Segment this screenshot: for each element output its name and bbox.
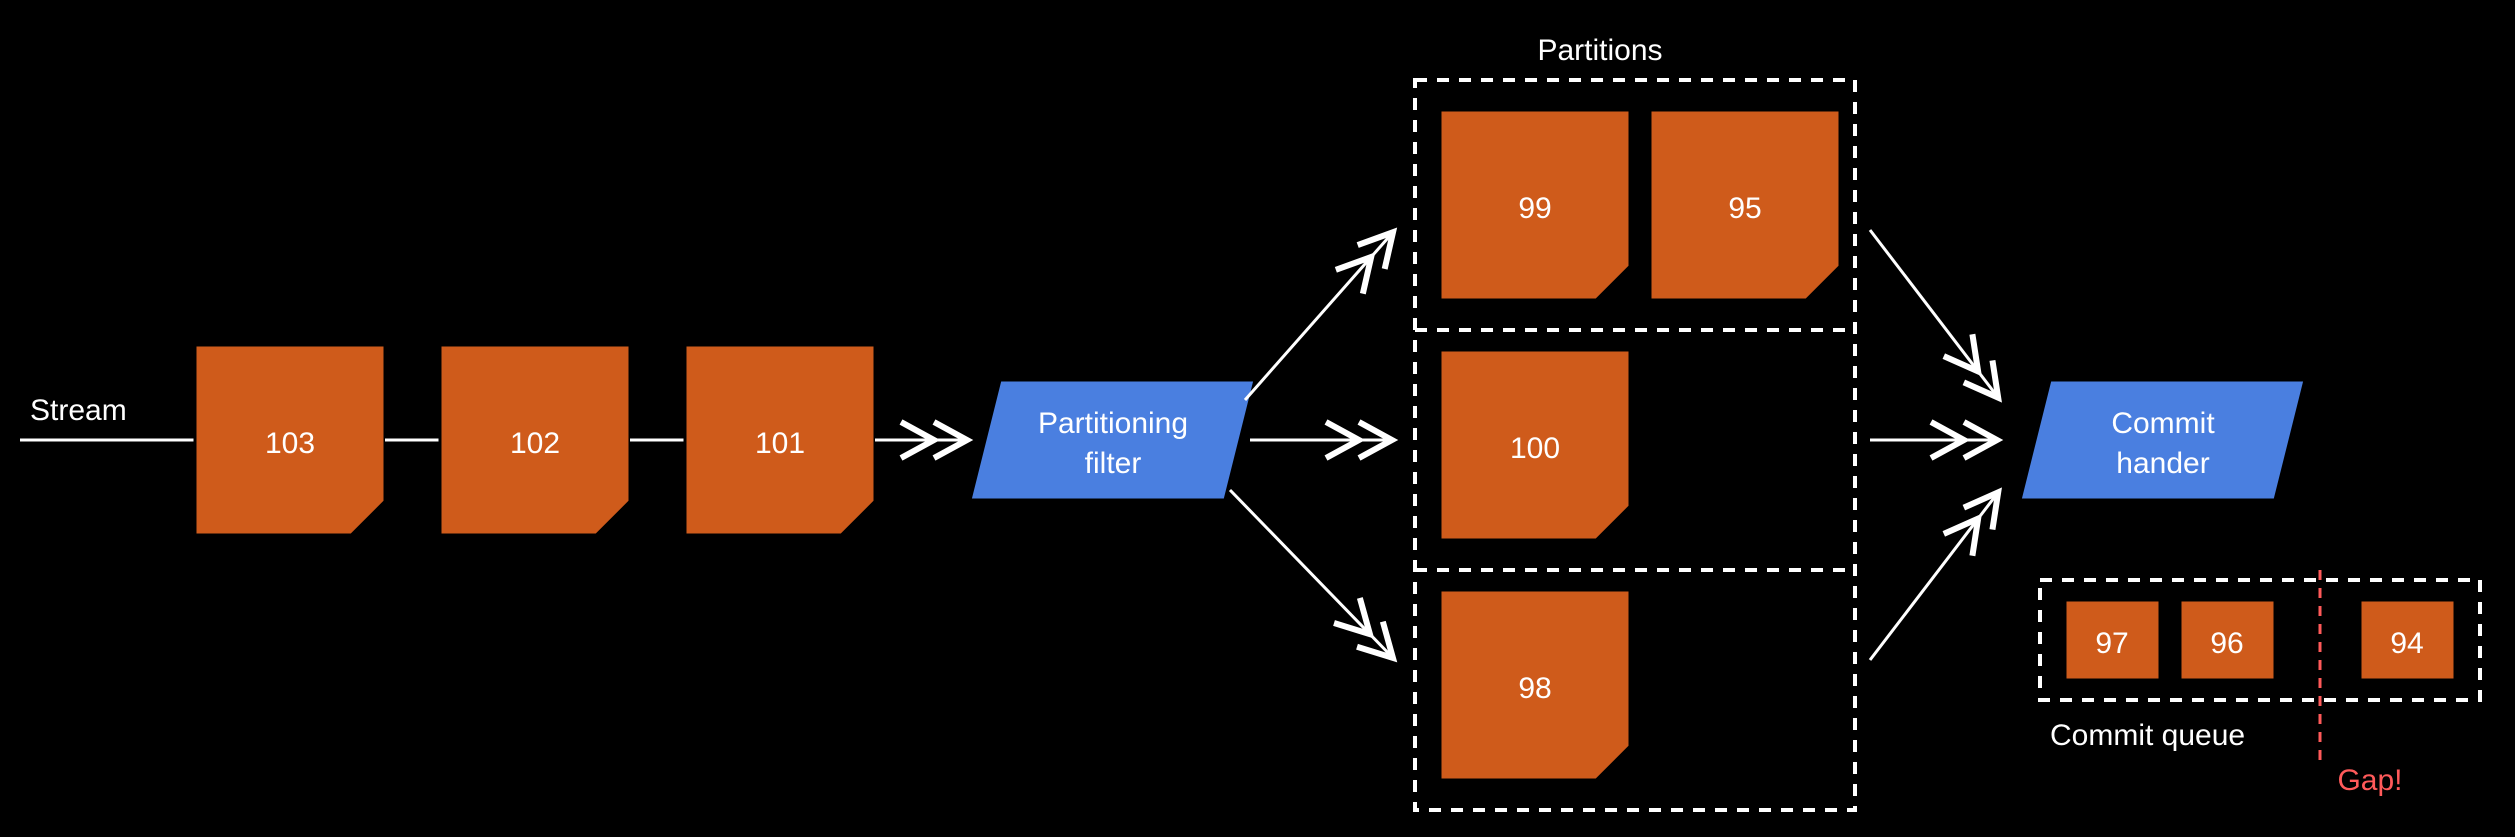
arrow-part3-to-commit	[1870, 490, 2000, 660]
svg-text:98: 98	[1518, 672, 1551, 705]
svg-text:96: 96	[2210, 627, 2243, 660]
commit-queue-label: Commit queue	[2050, 719, 2245, 752]
svg-text:99: 99	[1518, 192, 1551, 225]
stream-note-102: 102	[440, 345, 630, 535]
partition-note-98: 98	[1440, 590, 1630, 780]
svg-text:102: 102	[510, 427, 560, 460]
svg-text:101: 101	[755, 427, 805, 460]
stream-note-103: 103	[195, 345, 385, 535]
svg-text:103: 103	[265, 427, 315, 460]
svg-text:filter: filter	[1085, 447, 1142, 480]
queue-item-97: 97	[2065, 600, 2160, 680]
stream-note-101: 101	[685, 345, 875, 535]
arrow-to-partition-3	[1230, 490, 1395, 660]
queue-item-94: 94	[2360, 600, 2455, 680]
partition-note-99: 99	[1440, 110, 1630, 300]
arrow-part1-to-commit	[1870, 230, 2000, 400]
diagram-canvas: Stream 103 102 101 Partitioning filter P…	[0, 0, 2515, 837]
partitioning-filter: Partitioning filter	[970, 380, 1255, 500]
svg-text:100: 100	[1510, 432, 1560, 465]
svg-text:Commit: Commit	[2111, 407, 2215, 440]
gap-label: Gap!	[2337, 764, 2402, 797]
queue-item-96: 96	[2180, 600, 2275, 680]
svg-text:hander: hander	[2116, 447, 2209, 480]
commit-handler: Commit hander	[2020, 380, 2305, 500]
svg-text:Partitioning: Partitioning	[1038, 407, 1188, 440]
svg-text:94: 94	[2390, 627, 2423, 660]
partitions-label: Partitions	[1537, 34, 1662, 67]
arrow-to-partition-1	[1245, 230, 1395, 400]
svg-text:97: 97	[2095, 627, 2128, 660]
partition-note-95: 95	[1650, 110, 1840, 300]
partition-note-100: 100	[1440, 350, 1630, 540]
svg-text:95: 95	[1728, 192, 1761, 225]
stream-label: Stream	[30, 394, 127, 427]
